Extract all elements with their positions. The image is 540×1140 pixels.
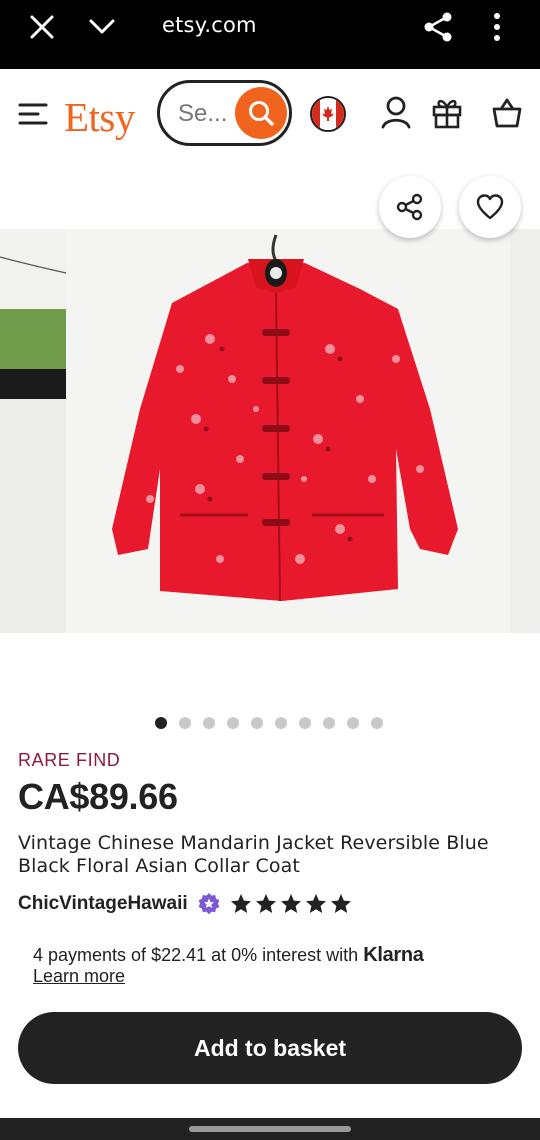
basket-icon[interactable] xyxy=(491,95,523,129)
product-price: CA$89.66 xyxy=(18,776,178,817)
search-icon xyxy=(249,101,274,126)
gallery-dot[interactable] xyxy=(155,717,167,729)
gallery-pagination xyxy=(155,716,383,730)
star-seller-badge-icon xyxy=(198,893,219,915)
more-vert-icon[interactable] xyxy=(490,12,504,42)
seller-row: ChicVintageHawaii xyxy=(18,891,353,917)
heart-icon xyxy=(476,194,504,220)
installments-text: 4 payments of $22.41 at 0% interest with xyxy=(33,945,364,965)
gallery-dot[interactable] xyxy=(323,717,335,729)
system-nav-bar xyxy=(0,1118,540,1140)
product-image[interactable] xyxy=(0,229,540,633)
star-icon xyxy=(230,894,251,913)
gallery-dot[interactable] xyxy=(203,717,215,729)
browser-toolbar: etsy.com xyxy=(0,0,540,69)
menu-icon[interactable] xyxy=(18,102,48,126)
seller-name[interactable]: ChicVintageHawaii xyxy=(18,893,188,915)
star-icon xyxy=(255,894,276,913)
gallery-dot[interactable] xyxy=(251,717,263,729)
share-icon[interactable] xyxy=(423,11,453,43)
rating-stars[interactable] xyxy=(229,892,353,916)
product-gallery[interactable] xyxy=(0,159,540,702)
favorite-button[interactable] xyxy=(459,176,521,238)
canada-flag-icon[interactable] xyxy=(310,96,346,132)
star-icon xyxy=(330,894,351,913)
product-title: Vintage Chinese Mandarin Jacket Reversib… xyxy=(18,832,489,877)
klarna-logo: Klarna xyxy=(363,944,424,966)
klarna-installments: 4 payments of $22.41 at 0% interest with… xyxy=(33,944,424,966)
search-bar[interactable]: Se... xyxy=(157,80,292,146)
rare-find-badge: RARE FIND xyxy=(18,750,121,770)
search-input[interactable]: Se... xyxy=(178,100,227,128)
site-header: Etsy Se... xyxy=(0,69,540,159)
star-icon xyxy=(305,894,326,913)
gallery-dot[interactable] xyxy=(347,717,359,729)
gesture-handle[interactable] xyxy=(189,1126,351,1132)
share-button[interactable] xyxy=(379,176,441,238)
gallery-dot[interactable] xyxy=(371,717,383,729)
gallery-dot[interactable] xyxy=(227,717,239,729)
star-icon xyxy=(280,894,301,913)
url-text[interactable]: etsy.com xyxy=(162,13,257,37)
close-icon[interactable] xyxy=(29,14,55,40)
add-to-basket-button[interactable]: Add to basket xyxy=(18,1012,522,1084)
chevron-down-icon[interactable] xyxy=(88,14,116,40)
learn-more-link[interactable]: Learn more xyxy=(33,966,125,987)
gallery-dot[interactable] xyxy=(275,717,287,729)
user-icon[interactable] xyxy=(380,95,412,129)
gift-icon[interactable] xyxy=(431,95,463,129)
share-icon xyxy=(396,193,423,221)
search-button[interactable] xyxy=(235,87,287,139)
gallery-dot[interactable] xyxy=(299,717,311,729)
gallery-dot[interactable] xyxy=(179,717,191,729)
etsy-logo[interactable]: Etsy xyxy=(64,93,135,141)
